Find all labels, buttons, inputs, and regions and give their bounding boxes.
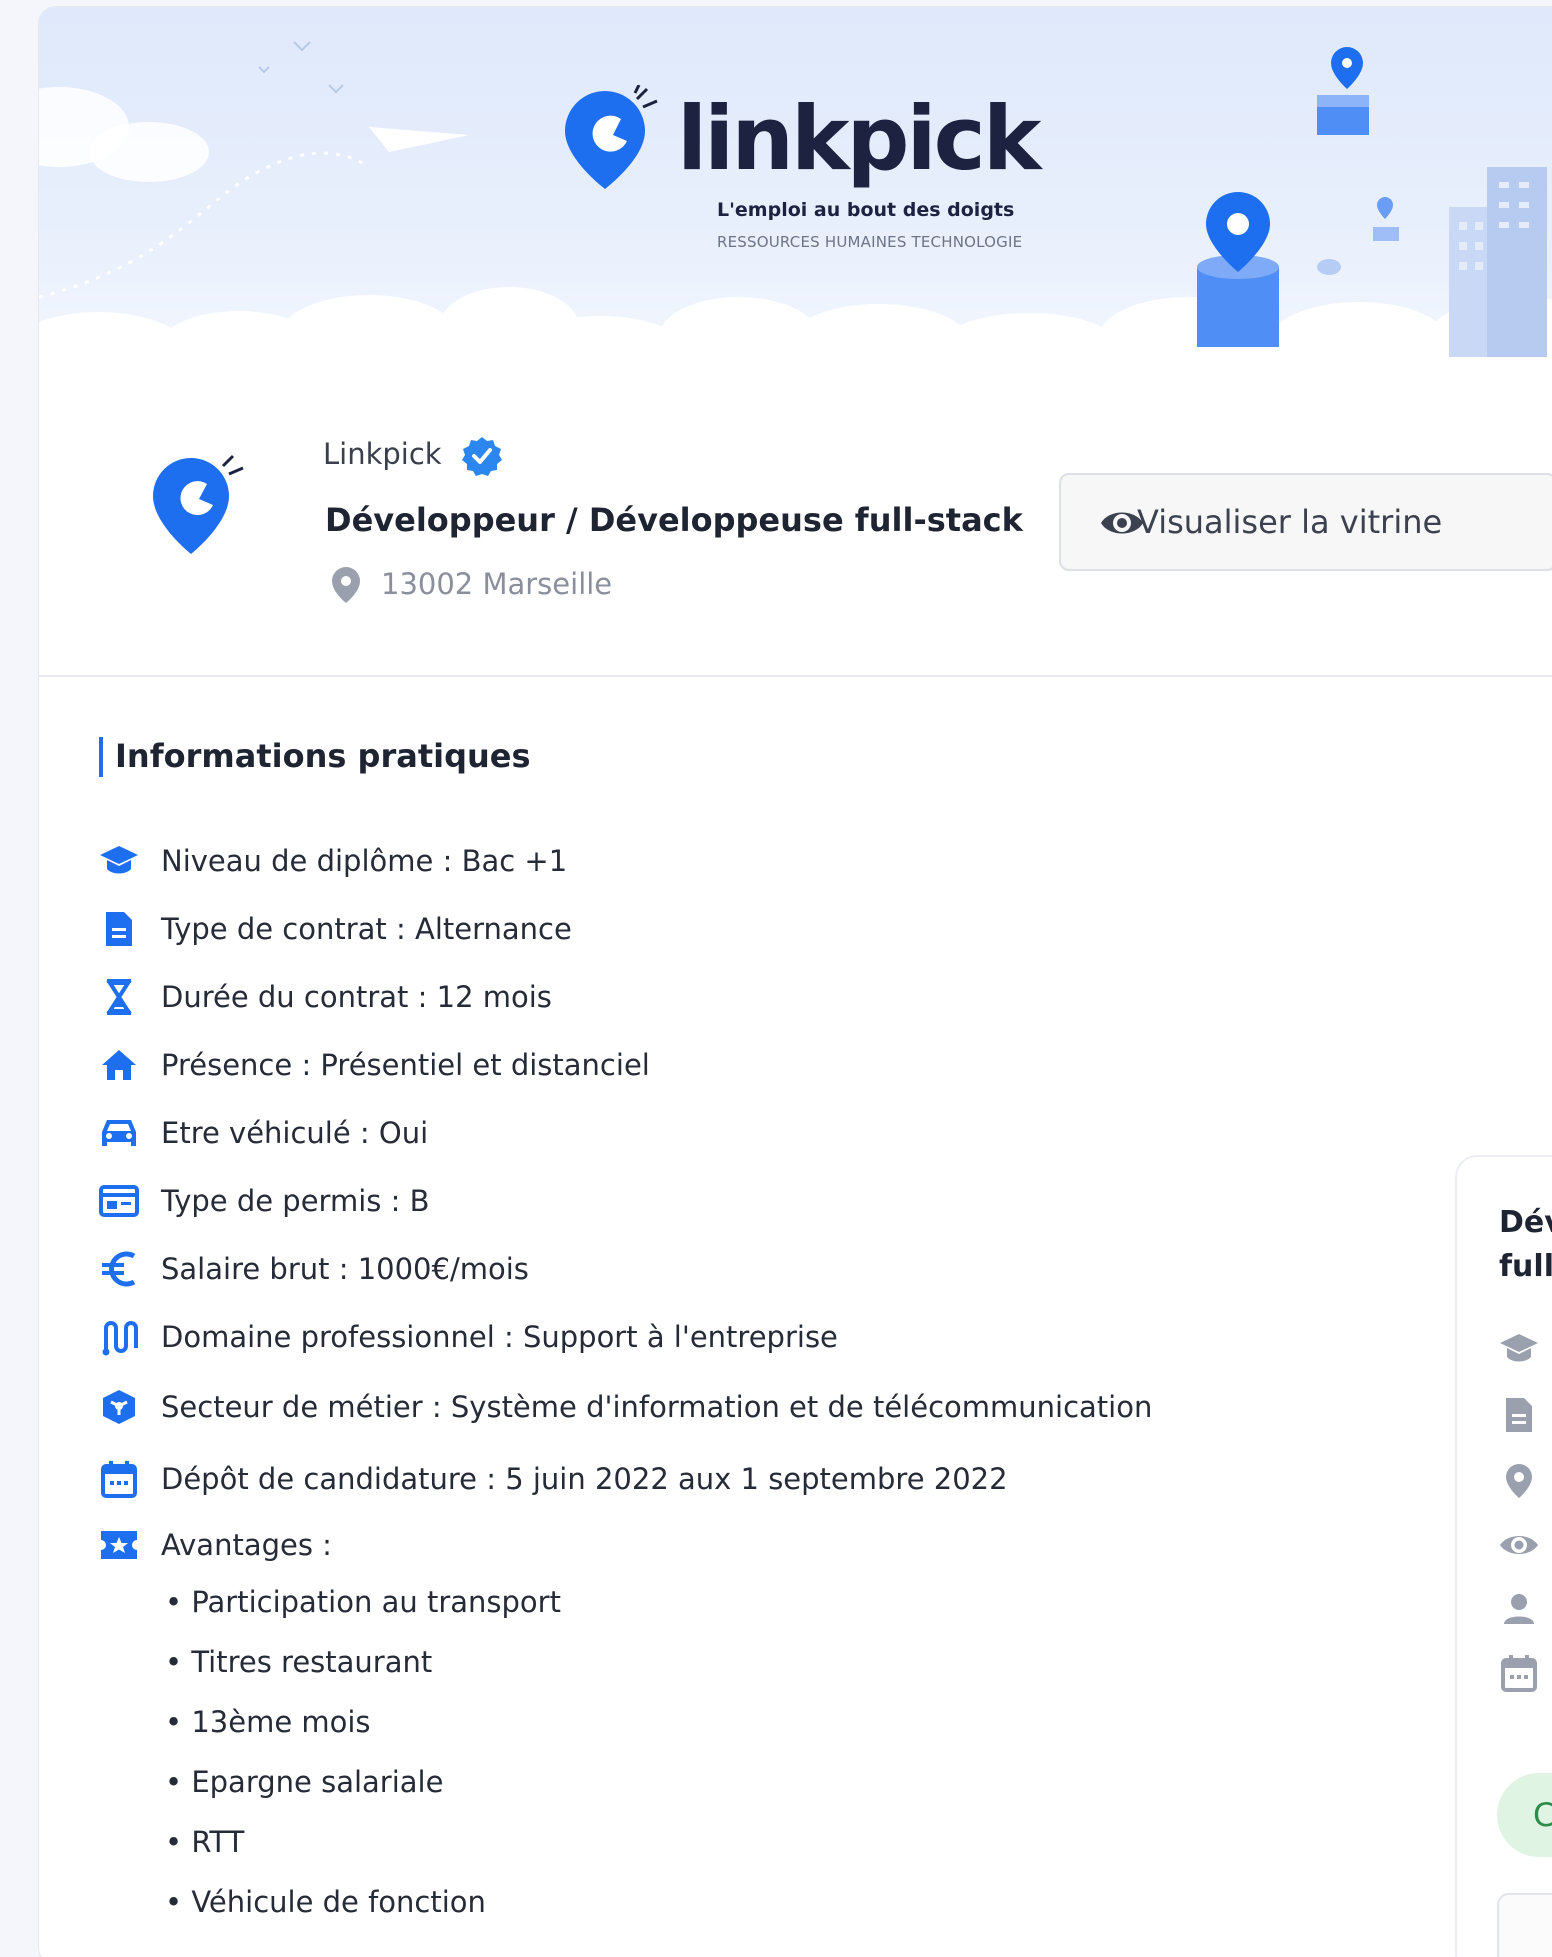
linkpick-pin-icon: [565, 85, 658, 189]
info-vehicle: Etre véhiculé : Oui: [97, 1109, 428, 1157]
eye-icon: [1101, 512, 1143, 534]
route-icon: [97, 1315, 141, 1359]
graduation-cap-icon: [97, 839, 141, 883]
document-icon: [97, 907, 141, 951]
eye-icon: [1497, 1523, 1541, 1567]
location-pin-icon: [332, 567, 360, 603]
calendar-icon: [97, 1457, 141, 1501]
euro-icon: [97, 1247, 141, 1291]
cube-icon: [97, 1385, 141, 1429]
summary-location: 13: [1497, 1459, 1552, 1503]
summary-date: 5: [1497, 1651, 1552, 1695]
section-divider: [39, 675, 1552, 677]
info-contract-type: Type de contrat : Alternance: [97, 905, 572, 953]
brand-tagline: L'emploi au bout des doigts: [717, 199, 1015, 221]
info-application-period: Dépôt de candidature : 5 juin 2022 aux 1…: [97, 1455, 1008, 1503]
brand-logo: linkpick L'emploi au bout des doigts RES…: [559, 47, 1079, 287]
company-banner: linkpick L'emploi au bout des doigts RES…: [39, 7, 1552, 367]
section-title: Informations pratiques: [115, 737, 531, 775]
apply-button[interactable]: Car: [1497, 1773, 1552, 1857]
list-item: • Titres restaurant: [165, 1645, 433, 1679]
view-showcase-button[interactable]: Visualiser la vitrine: [1059, 473, 1552, 571]
job-card: linkpick L'emploi au bout des doigts RES…: [38, 6, 1552, 1957]
job-location: 13002 Marseille: [381, 567, 613, 601]
brand-wordmark: linkpick: [677, 87, 1041, 190]
star-ticket-icon: [97, 1523, 141, 1567]
summary-contract: Al: [1497, 1393, 1552, 1437]
summary-title[interactable]: Dével full-st: [1499, 1201, 1552, 1289]
list-item: • 13ème mois: [165, 1705, 371, 1739]
company-logo-icon: [153, 454, 244, 554]
secondary-action-button[interactable]: [1497, 1893, 1552, 1957]
job-title: Développeur / Développeuse full-stack: [325, 501, 1023, 539]
info-diploma: Niveau de diplôme : Bac +1: [97, 837, 567, 885]
info-license: Type de permis : B: [97, 1177, 429, 1225]
info-contract-duration: Durée du contrat : 12 mois: [97, 973, 552, 1021]
document-icon: [1497, 1393, 1541, 1437]
list-item: • Véhicule de fonction: [165, 1885, 486, 1919]
summary-diploma: Ba: [1497, 1327, 1552, 1371]
job-summary-card: Dével full-st Ba Al 13 31 12 5 Car: [1455, 1155, 1552, 1957]
brand-subtitle: RESSOURCES HUMAINES TECHNOLOGIE: [717, 233, 1023, 251]
list-item: • Participation au transport: [165, 1585, 561, 1619]
section-accent-bar: [99, 737, 103, 777]
summary-views: 31: [1497, 1523, 1552, 1567]
company-name[interactable]: Linkpick: [323, 437, 442, 471]
info-salary: Salaire brut : 1000€/mois: [97, 1245, 529, 1293]
info-presence: Présence : Présentiel et distanciel: [97, 1041, 650, 1089]
info-sector: Secteur de métier : Système d'informatio…: [97, 1383, 1152, 1431]
id-card-icon: [97, 1179, 141, 1223]
list-item: • RTT: [165, 1825, 245, 1859]
list-item: • Epargne salariale: [165, 1765, 444, 1799]
verified-badge-icon: [462, 437, 502, 476]
info-benefits: Avantages :: [97, 1521, 332, 1569]
car-icon: [97, 1111, 141, 1155]
graduation-cap-icon: [1497, 1327, 1541, 1371]
user-icon: [1497, 1587, 1541, 1631]
summary-applicants: 12: [1497, 1587, 1552, 1631]
view-showcase-label: Visualiser la vitrine: [1137, 503, 1443, 541]
hourglass-icon: [97, 975, 141, 1019]
calendar-icon: [1497, 1651, 1541, 1695]
location-pin-icon: [1497, 1459, 1541, 1503]
info-professional-domain: Domaine professionnel : Support à l'entr…: [97, 1313, 838, 1361]
home-icon: [97, 1043, 141, 1087]
